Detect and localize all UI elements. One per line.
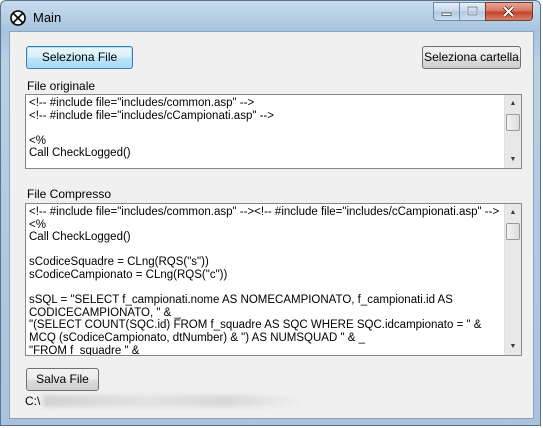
original-scrollbar[interactable]: ▲ ▼ <box>504 95 521 168</box>
maximize-button[interactable] <box>459 2 486 21</box>
scroll-down-arrow-icon[interactable]: ▼ <box>505 338 521 355</box>
close-button[interactable] <box>485 2 533 21</box>
scroll-up-arrow-icon[interactable]: ▲ <box>505 204 521 221</box>
main-window: Main Seleziona File Seleziona cartella F… <box>0 0 541 426</box>
select-folder-button[interactable]: Seleziona cartella <box>422 46 521 69</box>
compressed-file-label: File Compresso <box>27 187 112 201</box>
minimize-icon <box>441 12 452 16</box>
blurred-path <box>43 395 303 407</box>
compressed-file-content: <!-- #include file="includes/common.asp"… <box>29 206 500 356</box>
scroll-thumb[interactable] <box>506 223 520 240</box>
compressed-file-textbox[interactable]: <!-- #include file="includes/common.asp"… <box>25 203 522 356</box>
select-file-button[interactable]: Seleziona File <box>26 46 133 69</box>
maximize-icon <box>466 5 479 17</box>
output-path-text: C:\ <box>25 394 41 408</box>
no-entry-circle-icon <box>10 10 26 26</box>
client-area: Seleziona File Seleziona cartella File o… <box>9 31 534 419</box>
close-icon <box>502 5 515 18</box>
scroll-thumb[interactable] <box>506 114 520 131</box>
title-bar[interactable]: Main <box>1 1 540 31</box>
compressed-scrollbar[interactable]: ▲ ▼ <box>504 204 521 355</box>
save-file-button[interactable]: Salva File <box>26 368 99 391</box>
scroll-up-arrow-icon[interactable]: ▲ <box>505 95 521 112</box>
original-file-label: File originale <box>27 79 96 93</box>
window-title: Main <box>33 10 62 25</box>
original-file-content: <!-- #include file="includes/common.asp"… <box>29 97 274 160</box>
original-file-textbox[interactable]: <!-- #include file="includes/common.asp"… <box>25 94 522 169</box>
minimize-button[interactable] <box>433 2 460 21</box>
scroll-down-arrow-icon[interactable]: ▼ <box>505 151 521 168</box>
